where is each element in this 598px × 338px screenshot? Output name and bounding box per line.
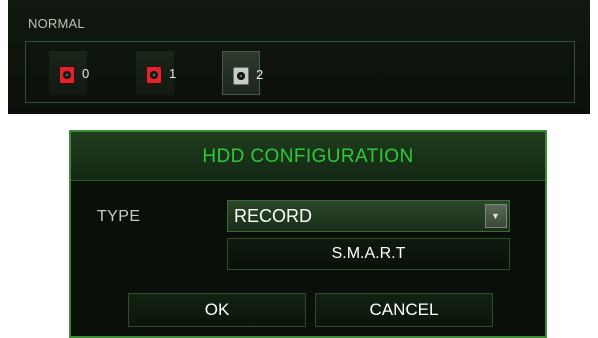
disk-list: 0 1 2 [25, 41, 575, 103]
cancel-button[interactable]: CANCEL [315, 293, 493, 327]
disk-status-title: NORMAL [28, 16, 85, 31]
dialog-title: HDD CONFIGURATION [202, 146, 414, 167]
disk-label: 1 [169, 66, 177, 81]
type-select[interactable]: RECORD ▼ [227, 200, 510, 232]
hdd-icon [146, 66, 162, 84]
disk-label: 2 [256, 67, 264, 82]
hdd-icon [233, 67, 249, 85]
smart-button[interactable]: S.M.A.R.T [227, 238, 510, 270]
ok-button[interactable]: OK [128, 293, 306, 327]
dvr-ui: NORMAL 0 1 2 HDD CONFIGURATION TYPE RECO… [0, 0, 598, 338]
disk-slot-2[interactable]: 2 [222, 51, 264, 95]
type-select-value: RECORD [234, 206, 313, 226]
type-label: TYPE [97, 208, 141, 225]
chevron-down-icon[interactable]: ▼ [485, 204, 507, 228]
disk-slot-1[interactable]: 1 [136, 51, 177, 95]
dialog-header: HDD CONFIGURATION [71, 132, 545, 181]
hdd-configuration-dialog: HDD CONFIGURATION TYPE RECORD ▼ S.M.A.R.… [69, 130, 547, 338]
disk-slot-0[interactable]: 0 [49, 51, 90, 95]
disk-status-panel: NORMAL 0 1 2 [8, 0, 590, 114]
disk-label: 0 [82, 66, 90, 81]
hdd-icon [59, 66, 75, 84]
